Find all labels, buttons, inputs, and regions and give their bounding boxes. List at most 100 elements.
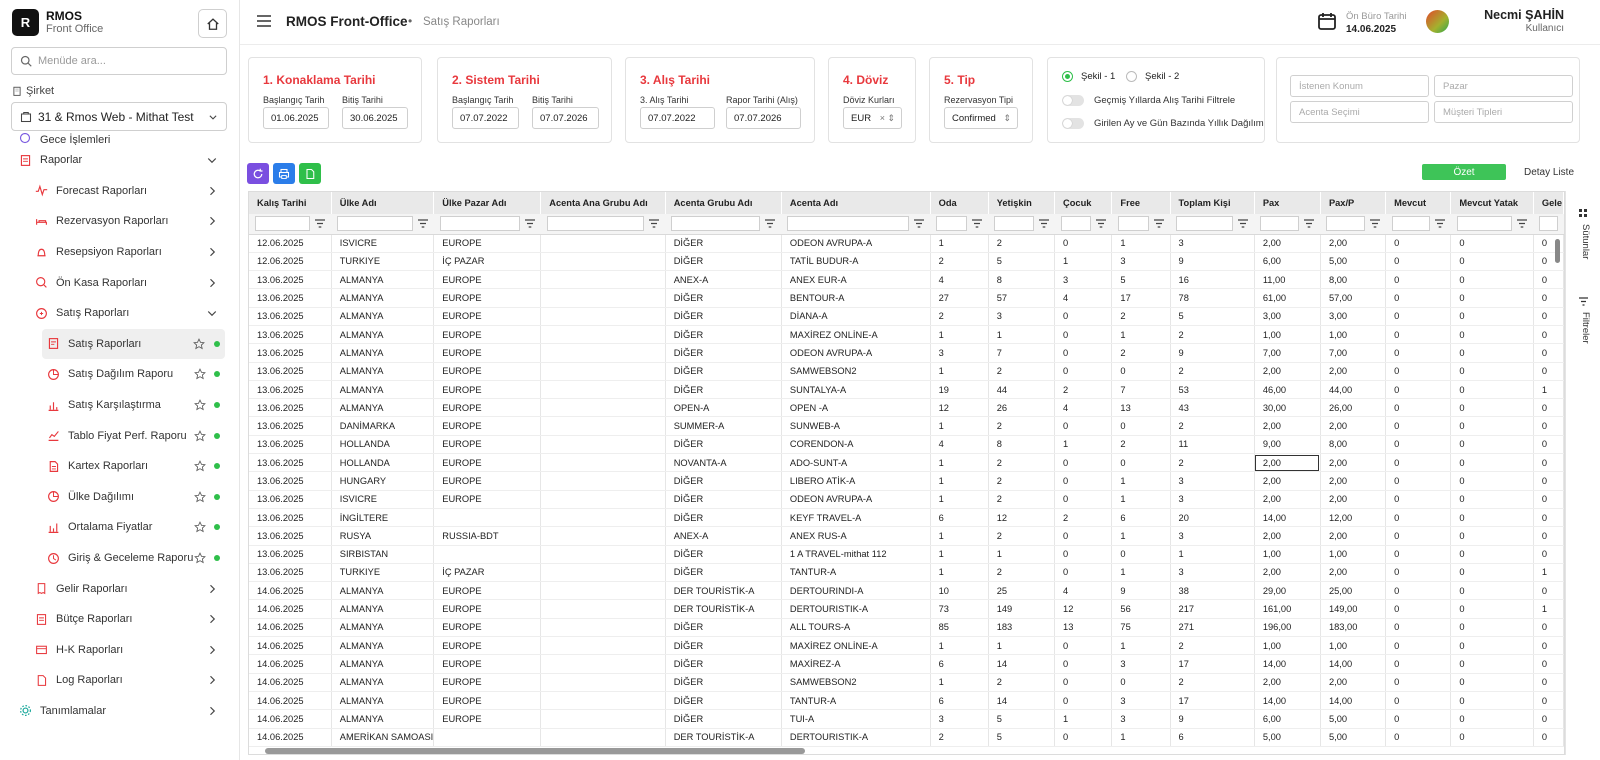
menu-item-resepsiyon[interactable]: Resepsiyon Raporları xyxy=(0,237,239,268)
table-cell[interactable]: 9 xyxy=(1170,343,1255,363)
company-select[interactable]: 31 & Rmos Web - Mithat Test xyxy=(11,102,227,131)
table-row[interactable]: 13.06.2025 RUSYA RUSSIA-BDT ANEX-A ANEX RUS-… xyxy=(249,526,1564,546)
table-cell[interactable]: 0 xyxy=(1450,563,1534,583)
column-header[interactable]: Acenta Grubu Adı xyxy=(665,192,782,214)
table-row[interactable]: 13.06.2025 ALMANYA EUROPE DİĞER MAXİREZ ONLİ… xyxy=(249,325,1564,345)
table-row[interactable]: 12.06.2025 ISVICRE EUROPE DİĞER ODEON AVRUPA… xyxy=(249,234,1564,253)
table-cell[interactable]: 2 xyxy=(988,471,1056,491)
table-row[interactable]: 14.06.2025 ALMANYA EUROPE DİĞER TUI-A 3 5 1 3 9 6,… xyxy=(249,709,1564,729)
table-cell[interactable]: EUROPE xyxy=(433,453,542,473)
table-cell[interactable] xyxy=(540,618,666,638)
table-cell[interactable]: 0 xyxy=(1450,545,1534,564)
menu-item-kartex[interactable]: Kartex Raporları xyxy=(0,451,239,482)
table-cell[interactable]: 0 xyxy=(1385,526,1452,546)
table-cell[interactable]: TURKIYE xyxy=(331,563,435,583)
table-cell[interactable]: 13.06.2025 xyxy=(249,416,332,436)
table-cell[interactable]: 2 xyxy=(988,526,1056,546)
column-filter-input[interactable] xyxy=(1176,216,1234,232)
table-cell[interactable]: ODEON AVRUPA-A xyxy=(781,490,931,509)
table-cell[interactable]: ALMANYA xyxy=(331,380,435,400)
table-cell[interactable]: MAXİREZ ONLİNE-A xyxy=(781,325,931,345)
table-cell[interactable]: SAMWEBSON2 xyxy=(781,362,931,381)
table-cell[interactable]: 1 xyxy=(1111,490,1171,509)
table-row[interactable]: 13.06.2025 HOLLANDA EUROPE DİĞER CORENDON-A 4… xyxy=(249,435,1564,455)
table-cell[interactable]: EUROPE xyxy=(433,343,542,363)
table-cell[interactable]: 2,00 xyxy=(1320,673,1387,692)
istenen-konum-input[interactable]: İstenen Konum xyxy=(1290,75,1429,97)
table-cell[interactable]: 0 xyxy=(1533,709,1564,729)
table-cell[interactable]: EUROPE xyxy=(433,234,542,253)
table-cell[interactable]: 0 xyxy=(1533,362,1564,381)
table-cell[interactable]: DİĞER xyxy=(665,563,782,583)
table-cell[interactable]: 5 xyxy=(988,709,1056,729)
table-cell[interactable] xyxy=(540,654,666,674)
table-cell[interactable]: İÇ PAZAR xyxy=(433,563,542,583)
table-cell[interactable]: 38 xyxy=(1170,581,1255,601)
star-icon[interactable] xyxy=(194,399,206,411)
filter-icon[interactable] xyxy=(524,219,535,228)
column-filter-input[interactable] xyxy=(1539,216,1558,232)
filter-icon[interactable] xyxy=(1304,219,1315,228)
table-cell[interactable]: 14,00 xyxy=(1254,508,1321,528)
table-cell[interactable]: 2 xyxy=(1170,636,1255,656)
table-row[interactable]: 14.06.2025 AMERİKAN SAMOASI DER TOURİSTİK-… xyxy=(249,728,1564,747)
table-cell[interactable]: DİĞER xyxy=(665,234,782,253)
table-cell[interactable]: 1 xyxy=(1054,252,1113,272)
table-cell[interactable]: 0 xyxy=(1111,545,1171,564)
table-cell[interactable] xyxy=(540,526,666,546)
table-cell[interactable]: 3 xyxy=(1170,234,1255,253)
table-cell[interactable]: 6 xyxy=(1170,728,1255,747)
column-header[interactable]: Toplam Kişi xyxy=(1170,192,1255,214)
table-cell[interactable]: SIRBISTAN xyxy=(331,545,435,564)
table-cell[interactable]: 0 xyxy=(1385,270,1452,290)
table-cell[interactable]: 1 xyxy=(1111,563,1171,583)
table-cell[interactable]: 2,00 xyxy=(1254,673,1321,692)
column-header[interactable]: Oda xyxy=(930,192,989,214)
table-cell[interactable]: 13.06.2025 xyxy=(249,380,332,400)
table-cell[interactable]: 17 xyxy=(1170,691,1255,711)
table-cell[interactable]: 26,00 xyxy=(1320,398,1387,418)
table-cell[interactable]: ANEX EUR-A xyxy=(781,270,931,290)
table-cell[interactable]: 14.06.2025 xyxy=(249,691,332,711)
toggle-switch[interactable] xyxy=(1062,95,1084,106)
table-cell[interactable]: 12.06.2025 xyxy=(249,252,332,272)
table-cell[interactable]: 2,00 xyxy=(1320,563,1387,583)
table-cell[interactable]: 29,00 xyxy=(1254,581,1321,601)
table-cell[interactable]: ANEX-A xyxy=(665,526,782,546)
table-cell[interactable]: 0 xyxy=(1054,545,1113,564)
table-cell[interactable]: 1 xyxy=(1111,636,1171,656)
table-cell[interactable]: DİĞER xyxy=(665,636,782,656)
table-cell[interactable]: 0 xyxy=(1385,380,1452,400)
table-cell[interactable]: DERTOURISTIK-A xyxy=(781,728,931,747)
table-cell[interactable]: 0 xyxy=(1533,618,1564,638)
table-row[interactable]: 13.06.2025 ALMANYA EUROPE DİĞER BENTOUR-A 27 5… xyxy=(249,288,1564,308)
table-cell[interactable]: 1 xyxy=(930,362,989,381)
column-header[interactable]: Mevcut xyxy=(1385,192,1452,214)
table-cell[interactable]: DİĞER xyxy=(665,673,782,692)
table-cell[interactable] xyxy=(540,636,666,656)
table-cell[interactable]: 1 xyxy=(1111,325,1171,345)
table-cell[interactable]: 196,00 xyxy=(1254,618,1321,638)
table-cell[interactable] xyxy=(540,380,666,400)
alis-start-input[interactable]: 07.07.2022 xyxy=(640,107,715,129)
table-cell[interactable]: 0 xyxy=(1054,343,1113,363)
table-cell[interactable]: 14,00 xyxy=(1254,691,1321,711)
table-cell[interactable]: 3 xyxy=(1054,270,1113,290)
table-cell[interactable]: 61,00 xyxy=(1254,288,1321,308)
column-header[interactable]: Kalış Tarihi xyxy=(249,192,332,214)
table-cell[interactable]: 13.06.2025 xyxy=(249,563,332,583)
table-row[interactable]: 14.06.2025 ALMANYA EUROPE DİĞER TANTUR-A 6 14 0… xyxy=(249,691,1564,711)
table-cell[interactable]: 0 xyxy=(1385,325,1452,345)
table-row[interactable]: 14.06.2025 ALMANYA EUROPE DİĞER MAXİREZ-A 6 14… xyxy=(249,654,1564,674)
table-cell[interactable]: 13.06.2025 xyxy=(249,490,332,509)
table-cell[interactable]: 4 xyxy=(930,270,989,290)
star-icon[interactable] xyxy=(194,490,206,503)
avatar[interactable] xyxy=(1426,10,1449,33)
print-button[interactable] xyxy=(273,163,295,184)
table-cell[interactable]: 1 xyxy=(1111,234,1171,253)
table-cell[interactable]: 1 xyxy=(930,673,989,692)
table-cell[interactable]: MAXİREZ ONLİNE-A xyxy=(781,636,931,656)
table-cell[interactable]: DİĞER xyxy=(665,545,782,564)
table-cell[interactable]: 4 xyxy=(1054,288,1113,308)
filter-icon[interactable] xyxy=(1038,219,1049,228)
